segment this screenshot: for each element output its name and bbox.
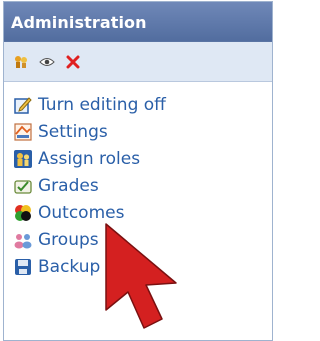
block-toolbar (4, 42, 272, 82)
groups-icon (14, 233, 32, 248)
menu-item-label: Grades (38, 175, 99, 196)
block-title: Administration (11, 13, 147, 32)
backup-icon (15, 258, 31, 275)
admin-menu: Turn editing off Settings Assign roles G… (4, 82, 272, 280)
assign-roles-icon[interactable] (12, 53, 30, 71)
menu-item-label: Turn editing off (38, 94, 166, 115)
menu-item-turn-editing-off[interactable]: Turn editing off (13, 91, 272, 118)
menu-item-label: Backup (38, 256, 101, 277)
menu-item-label: Settings (38, 121, 108, 142)
grades-icon (14, 179, 32, 194)
outcomes-icon (15, 204, 31, 221)
menu-item-backup[interactable]: Backup (13, 253, 272, 280)
edit-icon (14, 96, 32, 114)
menu-item-grades[interactable]: Grades (13, 172, 272, 199)
menu-item-label: Assign roles (38, 148, 141, 169)
menu-item-assign-roles[interactable]: Assign roles (13, 145, 272, 172)
administration-block: Administration Turn editing off Settings… (3, 1, 273, 341)
delete-icon[interactable] (64, 53, 82, 71)
block-header: Administration (4, 2, 272, 42)
settings-icon (14, 122, 32, 141)
menu-item-label: Outcomes (38, 202, 125, 223)
menu-item-outcomes[interactable]: Outcomes (13, 199, 272, 226)
menu-item-settings[interactable]: Settings (13, 118, 272, 145)
menu-item-groups[interactable]: Groups (13, 226, 272, 253)
roles-icon (14, 149, 32, 168)
eye-icon[interactable] (38, 53, 56, 71)
menu-item-label: Groups (38, 229, 99, 250)
